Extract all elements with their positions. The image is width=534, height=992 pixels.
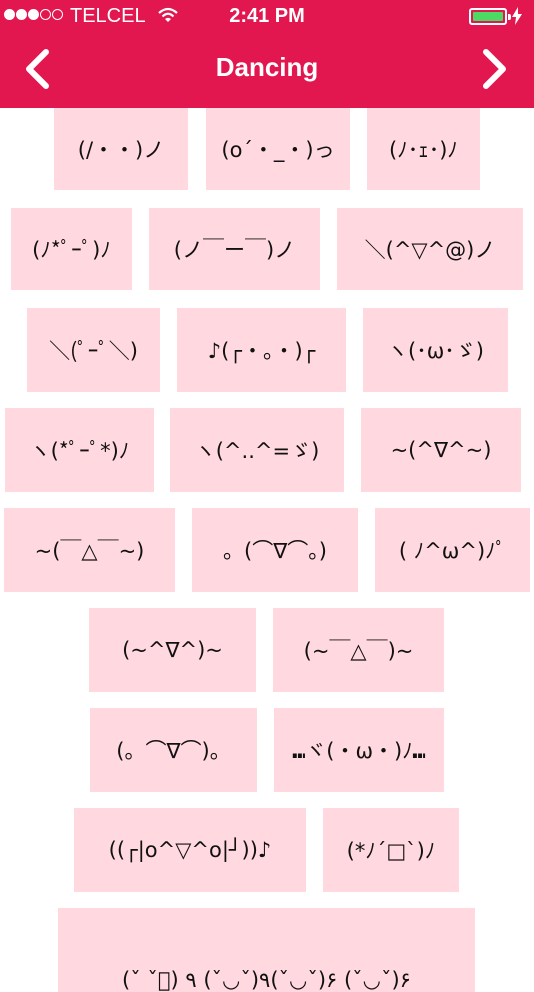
emoticon-item[interactable]: ヽ(^..^=ゞ)	[170, 408, 344, 492]
next-button[interactable]	[480, 48, 510, 94]
emoticon-item[interactable]: ＼(ﾟｰﾟ＼)	[27, 308, 160, 392]
emoticon-item[interactable]: ♪(┌・。・)┌	[177, 308, 346, 392]
emoticon-item[interactable]: ⑉ヾ(・ω・)ﾉ⑉	[274, 708, 444, 792]
emoticon-item[interactable]: (*ﾉ´□`)ﾉ	[323, 808, 459, 892]
page-title: Dancing	[215, 52, 319, 82]
emoticon-item[interactable]: ~(￣△￣~)	[4, 508, 175, 592]
emoticon-item[interactable]: ~(^∇^~)	[361, 408, 521, 492]
emoticon-item[interactable]: (ˇ ˇ゙) ٩(ˇ◡ˇ) ٩(ˇ◡ˇ)۶ (ˇ◡ˇ)۶	[58, 908, 475, 992]
emoticon-item[interactable]: ＼(^▽^@)ノ	[337, 208, 523, 290]
bolt-icon	[512, 7, 522, 25]
chevron-right-icon	[483, 49, 506, 89]
emoticon-item[interactable]: (ノ￣ー￣)ノ	[149, 208, 320, 290]
emoticon-item[interactable]: (~^∇^)~	[89, 608, 256, 692]
emoticon-item[interactable]: (/・・)ノ	[54, 108, 188, 190]
emoticon-item[interactable]: ( ﾉ^ω^)ﾉﾟ	[375, 508, 530, 592]
emoticon-item[interactable]: (ﾉ･ｪ･)ﾉ	[367, 108, 480, 190]
battery-icon	[469, 8, 511, 25]
emoticon-item[interactable]: 。(⌒∇⌒。)	[192, 508, 358, 592]
emoticon-item[interactable]: (ﾉ*ﾟｰﾟ)ﾉ	[11, 208, 132, 290]
status-time: 2:41 PM	[229, 5, 305, 27]
emoticon-item[interactable]: ヽ(･ω･ゞ)	[363, 308, 508, 392]
emoticon-item[interactable]: ヽ(*ﾟｰﾟ*)ﾉ	[5, 408, 154, 492]
emoticon-item[interactable]: (~￣△￣)~	[273, 608, 444, 692]
nav-bar: TELCEL 2:41 PM Dancing	[0, 0, 534, 108]
emoticon-item[interactable]: (o´・_・)っ	[206, 108, 350, 190]
emoticon-item[interactable]: ((┌|o^▽^o|┘))♪	[74, 808, 306, 892]
emoticon-item[interactable]: (。⌒∇⌒)。	[90, 708, 257, 792]
status-bar: TELCEL 2:41 PM	[0, 0, 534, 34]
